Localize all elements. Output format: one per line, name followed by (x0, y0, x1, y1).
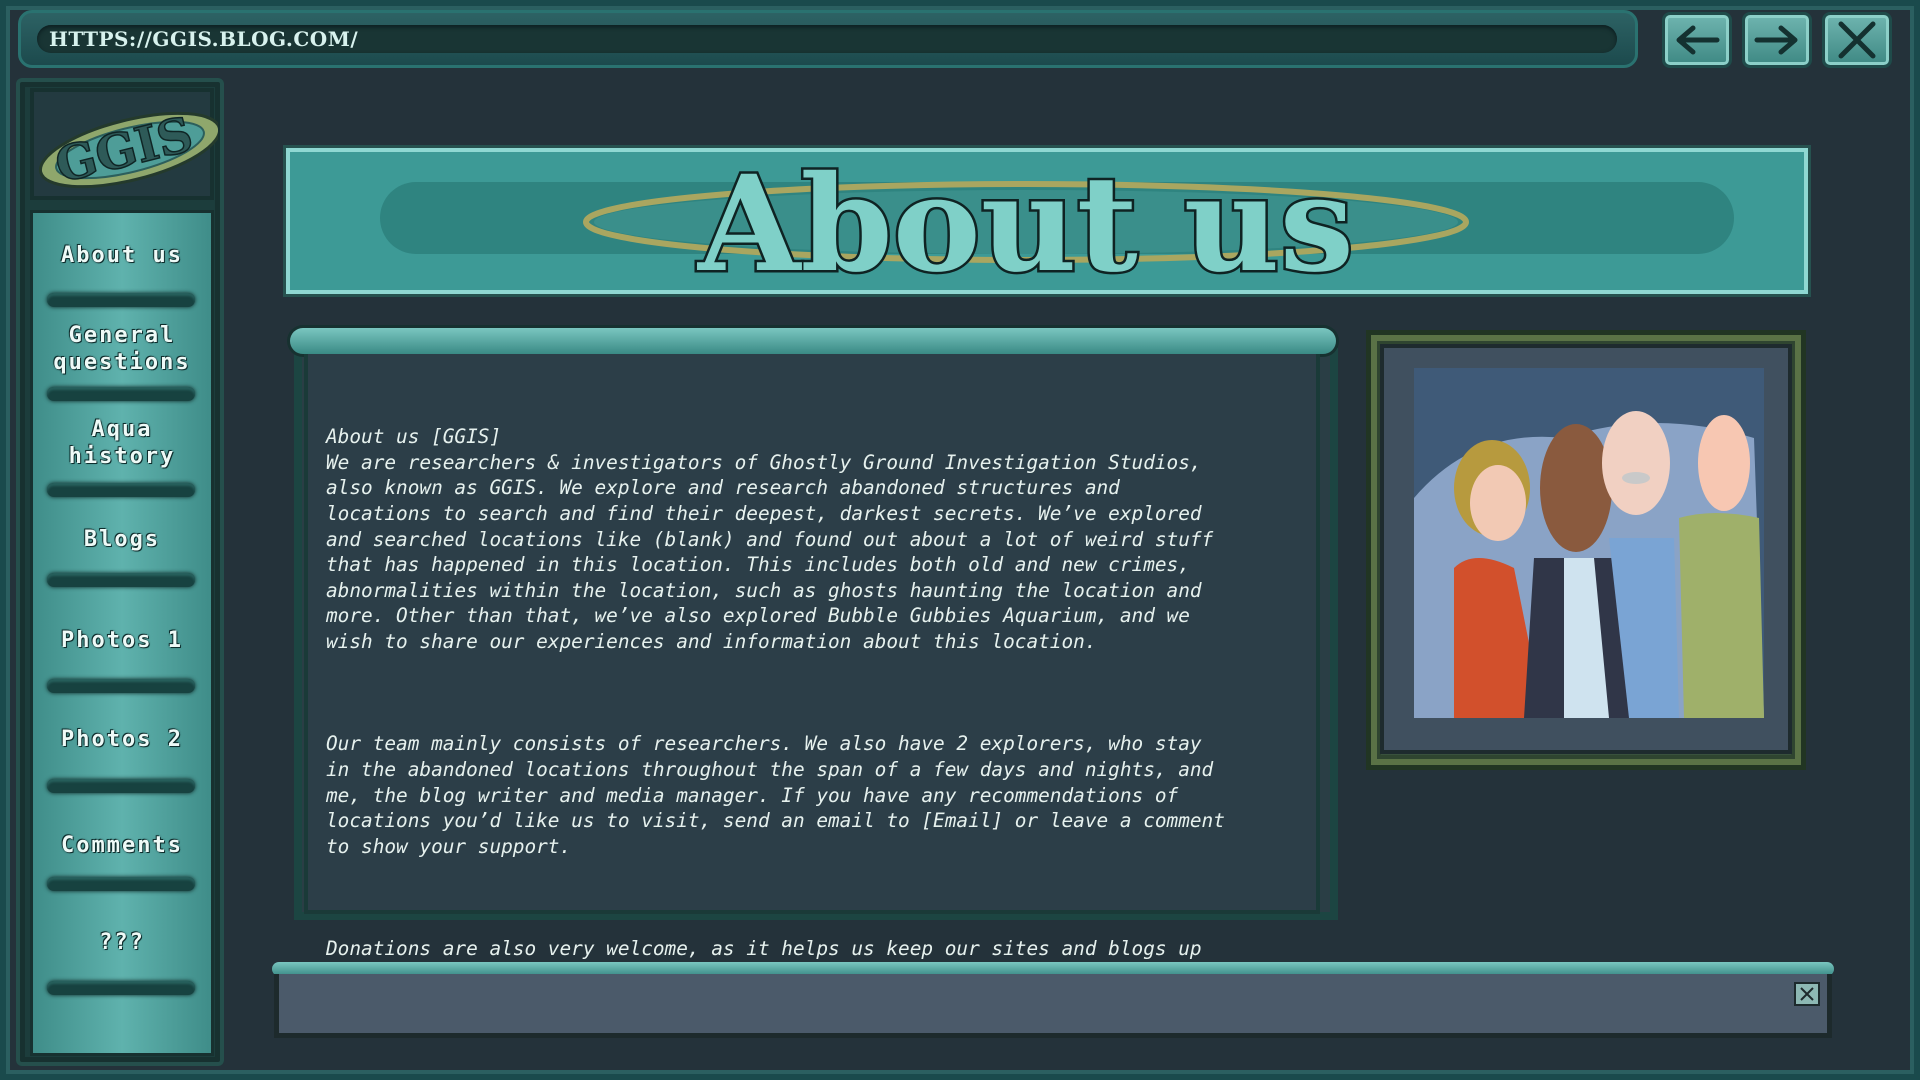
arrow-right-icon (1754, 25, 1798, 55)
nav-divider (47, 679, 195, 693)
ggis-logo-graphic: GGIS (38, 105, 218, 195)
nav-divider (47, 387, 195, 401)
banner-graphic: About us (583, 152, 1469, 290)
nav-item-aqua-history[interactable]: Aqua history (33, 403, 211, 483)
bottom-bar (274, 974, 1832, 1038)
paragraph-intro: About us [GGIS] We are researchers & inv… (326, 425, 1214, 653)
close-window-button[interactable] (1822, 12, 1892, 68)
nav-divider (47, 877, 195, 891)
nav-divider (47, 483, 195, 497)
url-text[interactable]: HTTPS://GGIS.BLOG.COM/ (49, 27, 358, 51)
address-bar-container: HTTPS://GGIS.BLOG.COM/ (18, 10, 1638, 68)
about-text: About us [GGIS] We are researchers & inv… (326, 373, 1306, 1038)
nav-divider (47, 293, 195, 307)
nav-item-about-us[interactable]: About us (33, 215, 211, 295)
page-banner: About us (286, 148, 1808, 294)
close-icon (1800, 987, 1814, 1001)
nav-divider (47, 573, 195, 587)
forward-button[interactable] (1742, 12, 1812, 68)
nav-divider (47, 981, 195, 995)
nav-item-blogs[interactable]: Blogs (33, 499, 211, 579)
arrow-left-icon (1676, 25, 1720, 55)
team-photo[interactable] (1414, 368, 1764, 718)
sidebar: GGIS About us General questions Aqua his… (16, 78, 224, 1066)
nav-item-general-questions[interactable]: General questions (33, 309, 211, 389)
close-icon (1838, 21, 1876, 59)
nav-divider (47, 779, 195, 793)
bottom-bar-close-button[interactable] (1794, 982, 1820, 1006)
page-title: About us (696, 152, 1354, 290)
logo[interactable]: GGIS (30, 88, 218, 200)
nav-item-mystery[interactable]: ??? (33, 897, 211, 987)
nav-item-photos-2[interactable]: Photos 2 (33, 695, 211, 783)
back-button[interactable] (1662, 12, 1732, 68)
paragraph-team: Our team mainly consists of researchers.… (326, 732, 1225, 858)
nav-menu: About us General questions Aqua history … (30, 210, 214, 1056)
nav-item-photos-1[interactable]: Photos 1 (33, 595, 211, 685)
content-panel-rail (290, 328, 1336, 354)
